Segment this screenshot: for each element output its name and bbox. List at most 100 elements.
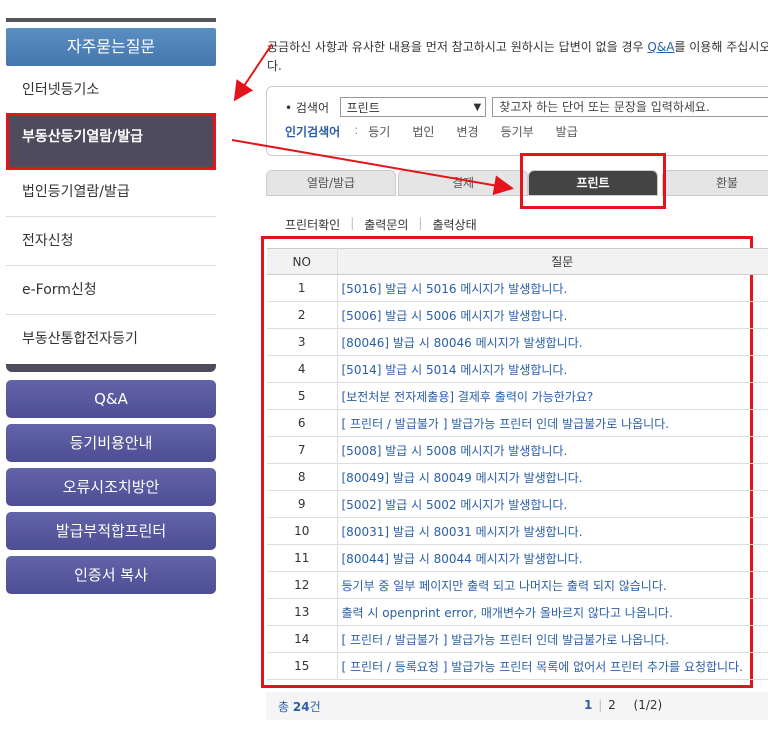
row-no: 8: [267, 463, 338, 491]
total-count: 총 24건: [278, 698, 321, 715]
row-no: 2: [267, 301, 338, 329]
table-row[interactable]: 5 [보전처분 전자제출용] 결제후 출력이 가능한가요?: [267, 382, 768, 410]
row-question-link[interactable]: [5008] 발급 시 5008 메시지가 발생합니다.: [337, 436, 768, 464]
subtab-print-status[interactable]: 출력상태: [432, 216, 476, 233]
tab-refund[interactable]: 환불: [662, 170, 768, 196]
row-question-link[interactable]: [ 프린터 / 발급불가 ] 발급가능 프린터 인데 발급불가로 나옵니다.: [337, 625, 768, 653]
sidebar-item-integrated-e-registry[interactable]: 부동산통합전자등기: [6, 315, 216, 364]
tab-payment[interactable]: 결제: [398, 170, 528, 196]
page-link[interactable]: 2: [608, 698, 616, 712]
print-tab-highlight: [520, 153, 666, 209]
faq-title[interactable]: 자주묻는질문: [6, 28, 216, 66]
row-no: 3: [267, 328, 338, 356]
category-tabs: 열람/발급 결제 프린트 환불: [266, 170, 768, 196]
popular-keywords: 인기검색어 : 등기 법인 변경 등기부 발급: [285, 123, 768, 140]
popular-keyword[interactable]: 변경: [456, 123, 478, 140]
column-header-no: NO: [267, 248, 338, 275]
popular-keyword[interactable]: 등기: [368, 123, 390, 140]
subtab-print-inquiry[interactable]: 출력문의: [364, 216, 408, 233]
qna-link[interactable]: Q&A: [647, 40, 674, 54]
sub-tabs: 프린터확인 | 출력문의 | 출력상태: [285, 216, 487, 233]
certificate-copy-button[interactable]: 인증서 복사: [6, 556, 216, 594]
unsupported-printer-button[interactable]: 발급부적합프린터: [6, 512, 216, 550]
row-question-link[interactable]: 출력 시 openprint error, 매개변수가 올바르지 않다고 나옵니…: [337, 598, 768, 626]
tab-view-issue[interactable]: 열람/발급: [266, 170, 396, 196]
row-question-link[interactable]: [80049] 발급 시 80049 메시지가 발생합니다.: [337, 463, 768, 491]
sidebar-item-internet-registry[interactable]: 인터넷등기소: [6, 66, 216, 115]
fee-guide-button[interactable]: 등기비용안내: [6, 424, 216, 462]
table-row[interactable]: 3 [80046] 발급 시 80046 메시지가 발생합니다.: [267, 328, 768, 356]
table-header-row: NO 질문: [267, 248, 768, 275]
popular-keyword[interactable]: 발급: [556, 123, 578, 140]
table-row[interactable]: 13 출력 시 openprint error, 매개변수가 올바르지 않다고 나…: [267, 598, 768, 626]
intro-text: 궁금하신 사항과 유사한 내용을 먼저 참고하시고 원하시는 답변이 없을 경우…: [267, 38, 768, 76]
error-fix-button[interactable]: 오류시조치방안: [6, 468, 216, 506]
popular-keyword[interactable]: 등기부: [501, 123, 534, 140]
table-row[interactable]: 14[ 프린터 / 발급불가 ] 발급가능 프린터 인데 발급불가로 나옵니다.: [267, 625, 768, 653]
table-row[interactable]: 7 [5008] 발급 시 5008 메시지가 발생합니다.: [267, 436, 768, 464]
row-question-link[interactable]: [5006] 발급 시 5006 메시지가 발생합니다.: [337, 301, 768, 329]
sidebar-item-eform[interactable]: e-Form신청: [6, 266, 216, 315]
row-question-link[interactable]: [5002] 발급 시 5002 메시지가 발생합니다.: [337, 490, 768, 518]
total-prefix: 총: [278, 700, 290, 714]
table-row[interactable]: 9 [5002] 발급 시 5002 메시지가 발생합니다.: [267, 490, 768, 518]
pagination: 1 | 2 (1/2): [584, 698, 662, 712]
row-no: 6: [267, 409, 338, 437]
table-row[interactable]: 6[ 프린터 / 발급불가 ] 발급가능 프린터 인데 발급불가로 나옵니다.: [267, 409, 768, 437]
faq-table-highlight: NO 질문 1 [5016] 발급 시 5016 메시지가 발생합니다. 2 [50…: [261, 236, 768, 688]
total-suffix: 건: [309, 700, 321, 714]
popular-separator: :: [354, 123, 359, 137]
row-question-link[interactable]: [80044] 발급 시 80044 메시지가 발생합니다.: [337, 544, 768, 572]
row-no: 11: [267, 544, 338, 572]
row-question-link[interactable]: 등기부 중 일부 페이지만 출력 되고 나머지는 출력 되지 않습니다.: [337, 571, 768, 599]
total-number: 24: [292, 700, 310, 714]
row-no: 15: [267, 652, 338, 680]
sidebar-item-real-estate-view[interactable]: 부동산등기열람/발급: [6, 113, 216, 170]
popular-keyword[interactable]: 법인: [412, 123, 434, 140]
row-question-link[interactable]: [ 프린터 / 발급불가 ] 발급가능 프린터 인데 발급불가로 나옵니다.: [337, 409, 768, 437]
row-no: 4: [267, 355, 338, 383]
row-question-link[interactable]: [5014] 발급 시 5014 메시지가 발생합니다.: [337, 355, 768, 383]
page-link-current[interactable]: 1: [584, 698, 592, 712]
table-row[interactable]: 2 [5006] 발급 시 5006 메시지가 발생합니다.: [267, 301, 768, 329]
search-box: • 검색어 프린트 ▼ 찾고자 하는 단어 또는 문장을 입력하세요. 인기검색…: [266, 86, 768, 156]
row-no: 9: [267, 490, 338, 518]
row-question-link[interactable]: [80046] 발급 시 80046 메시지가 발생합니다.: [337, 328, 768, 356]
column-header-question: 질문: [337, 248, 768, 275]
row-question-link[interactable]: [보전처분 전자제출용] 결제후 출력이 가능한가요?: [337, 382, 768, 410]
search-input[interactable]: 찾고자 하는 단어 또는 문장을 입력하세요.: [492, 97, 768, 117]
row-no: 12: [267, 571, 338, 599]
table-row[interactable]: 1 [5016] 발급 시 5016 메시지가 발생합니다.: [267, 274, 768, 302]
chevron-down-icon: ▼: [473, 101, 482, 113]
qna-button[interactable]: Q&A: [6, 380, 216, 418]
table-row[interactable]: 11 [80044] 발급 시 80044 메시지가 발생합니다.: [267, 544, 768, 572]
popular-label: 인기검색어: [285, 125, 341, 139]
search-select-value: 프린트: [346, 100, 380, 115]
faq-category-menu: 인터넷등기소 부동산등기열람/발급 법인등기열람/발급 전자신청 e-Form신…: [6, 66, 216, 364]
table-row[interactable]: 10 [80031] 발급 시 80031 메시지가 발생합니다.: [267, 517, 768, 545]
table-row[interactable]: 15[ 프린터 / 등록요청 ] 발급가능 프린터 목록에 없어서 프린터 추가…: [267, 652, 768, 680]
side-buttons: Q&A 등기비용안내 오류시조치방안 발급부적합프린터 인증서 복사: [6, 380, 216, 594]
search-label: • 검색어: [285, 100, 330, 115]
table-row[interactable]: 12 등기부 중 일부 페이지만 출력 되고 나머지는 출력 되지 않습니다.: [267, 571, 768, 599]
search-select[interactable]: 프린트 ▼: [339, 97, 487, 117]
page-status: (1/2): [633, 698, 663, 712]
table-row[interactable]: 4 [5014] 발급 시 5014 메시지가 발생합니다.: [267, 355, 768, 383]
subtab-printer-check[interactable]: 프린터확인: [285, 216, 340, 233]
table-row[interactable]: 8 [80049] 발급 시 80049 메시지가 발생합니다.: [267, 463, 768, 491]
row-no: 14: [267, 625, 338, 653]
sidebar-item-corporate-view[interactable]: 법인등기열람/발급: [6, 168, 216, 217]
faq-table: NO 질문 1 [5016] 발급 시 5016 메시지가 발생합니다. 2 [50…: [267, 248, 768, 680]
row-question-link[interactable]: [80031] 발급 시 80031 메시지가 발생합니다.: [337, 517, 768, 545]
sidebar-top-bar: [6, 18, 216, 22]
subtab-divider: |: [350, 216, 355, 230]
table-footer: 총 24건 1 | 2 (1/2): [266, 692, 768, 720]
row-no: 5: [267, 382, 338, 410]
intro-text-before: 궁금하신 사항과 유사한 내용을 먼저 참고하시고 원하시는 답변이 없을 경우: [267, 40, 648, 54]
subtab-divider: |: [418, 216, 423, 230]
row-no: 10: [267, 517, 338, 545]
menu-end-bar: [6, 364, 216, 372]
sidebar-item-e-filing[interactable]: 전자신청: [6, 217, 216, 266]
row-question-link[interactable]: [5016] 발급 시 5016 메시지가 발생합니다.: [337, 274, 768, 302]
row-question-link[interactable]: [ 프린터 / 등록요청 ] 발급가능 프린터 목록에 없어서 프린터 추가를 …: [337, 652, 768, 680]
